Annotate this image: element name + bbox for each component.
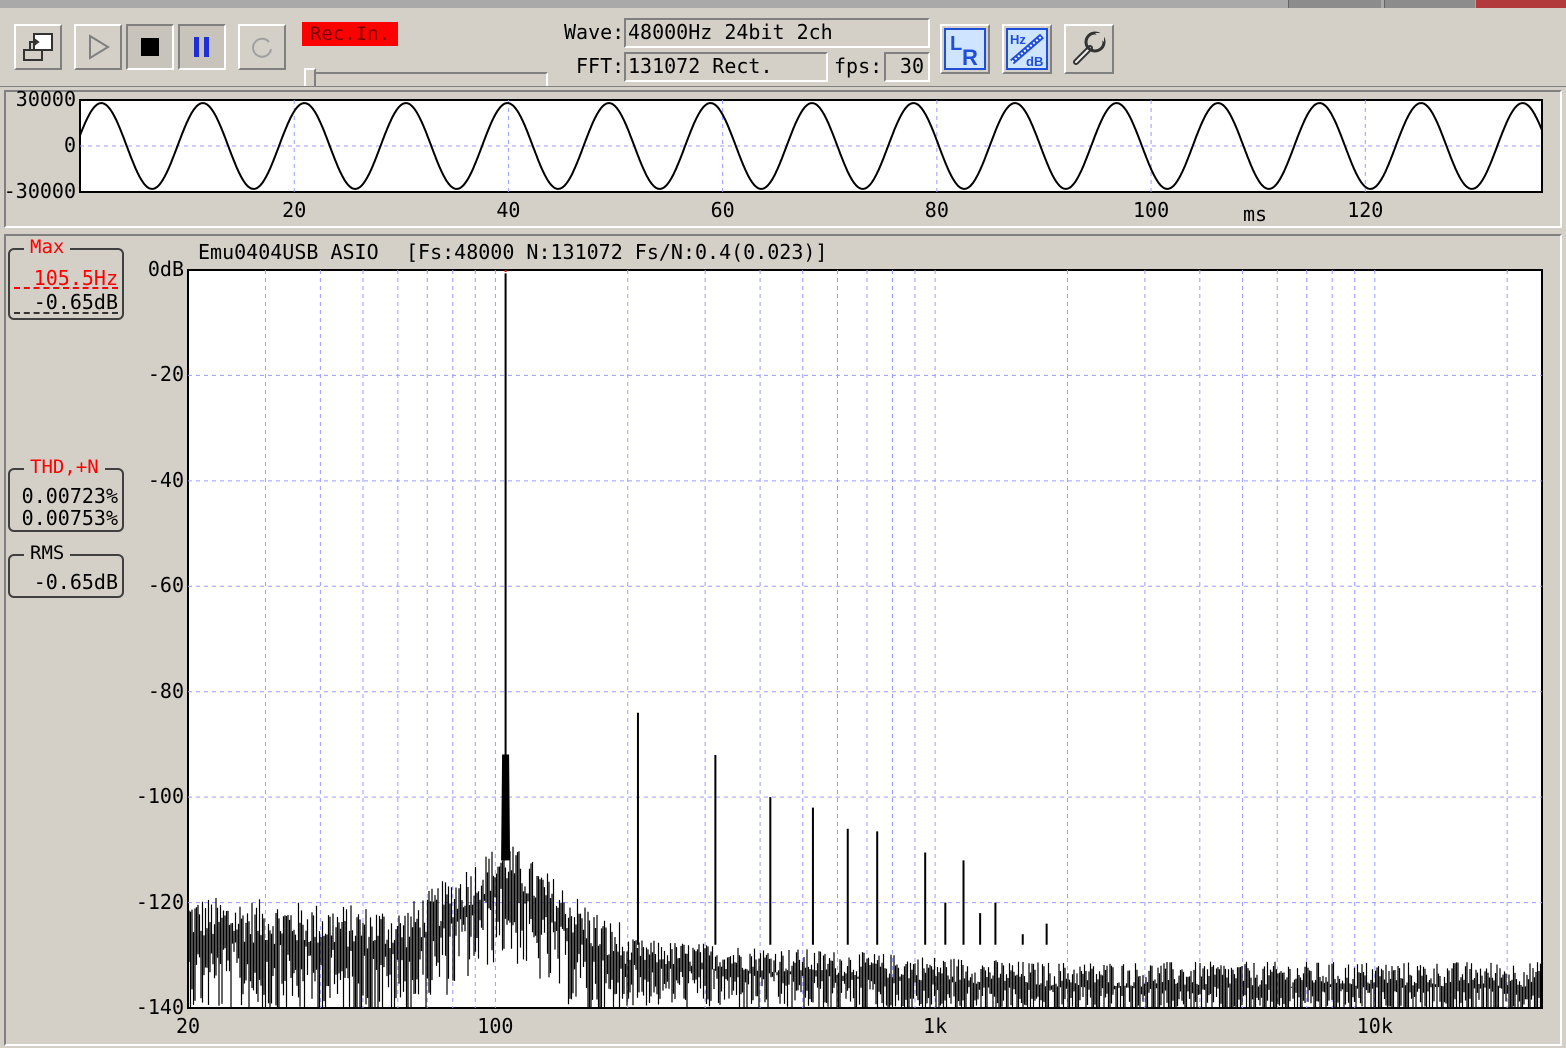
rms-value: -0.65dB <box>33 570 118 594</box>
rms-readout: RMS -0.65dB <box>8 542 124 598</box>
max-level: -0.65dB <box>33 290 118 314</box>
max-divider <box>14 312 118 314</box>
thd-n-value: 0.00753% <box>21 506 118 530</box>
spectrum-y-tick: -80 <box>147 678 184 703</box>
spectrum-y-tick: -120 <box>135 889 184 914</box>
thd-readout: THD,+N 0.00723% 0.00753% <box>8 456 124 532</box>
spectrum-plot-area <box>187 269 1543 1009</box>
thd-caption: THD,+N <box>24 456 105 478</box>
spectrum-y-tick: -20 <box>147 362 184 387</box>
spectrum-x-tick: 20 <box>175 1014 201 1038</box>
spectrum-chart <box>187 269 1543 1009</box>
max-divider <box>14 287 118 289</box>
spectrum-y-tick: -60 <box>147 573 184 598</box>
fundamental-skirt <box>501 754 511 861</box>
spectrum-y-tick: 0dB <box>147 257 184 281</box>
max-caption: Max <box>24 236 71 258</box>
spectrum-x-tick: 10k <box>1356 1014 1393 1038</box>
max-readout: Max 105.5Hz -0.65dB <box>8 236 124 320</box>
spectrum-y-tick: -40 <box>147 467 184 492</box>
spectrum-x-tick: 100 <box>477 1014 514 1038</box>
rms-caption: RMS <box>24 542 71 564</box>
thd-value: 0.00723% <box>21 484 118 508</box>
spectrum-y-tick: -100 <box>135 784 184 809</box>
spectrum-x-tick: 1k <box>923 1014 948 1038</box>
